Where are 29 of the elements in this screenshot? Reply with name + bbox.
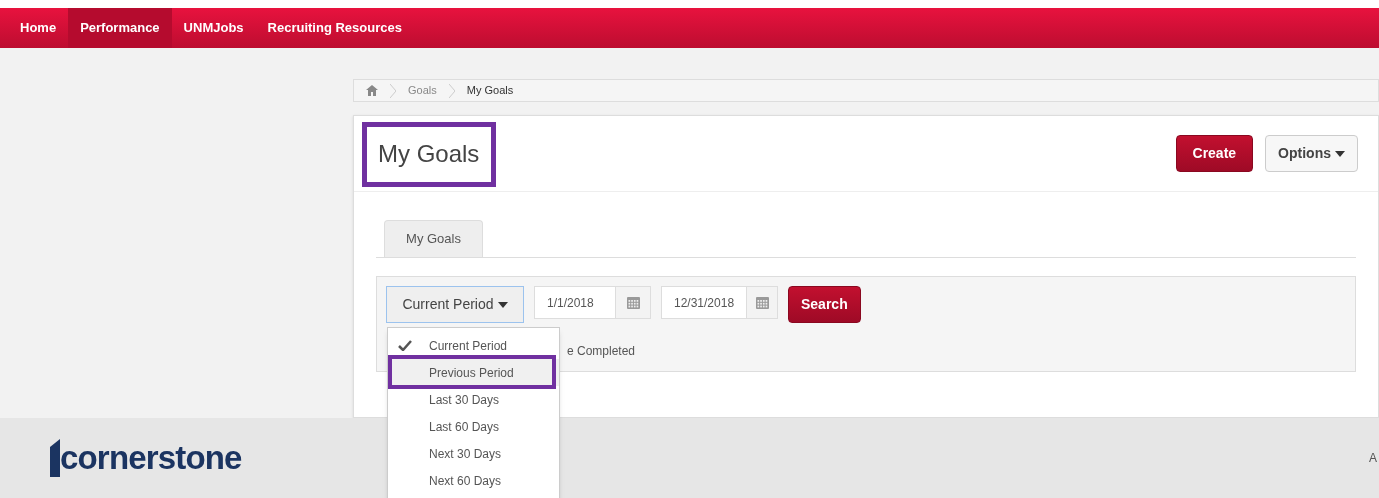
date-field[interactable]: 12/31/2018 — [661, 286, 778, 319]
logo: cornerstone — [50, 433, 242, 483]
date-field[interactable]: 1/1/2018 — [534, 286, 651, 319]
breadcrumb-link[interactable]: My Goals — [466, 82, 514, 99]
caret-icon — [1335, 150, 1345, 157]
nav-item[interactable]: UNMJobs — [171, 8, 256, 48]
logo-mark-icon — [50, 439, 60, 477]
nav-item[interactable]: Recruiting Resources — [255, 8, 414, 48]
menu-item[interactable]: Last 60 Days — [429, 417, 500, 436]
period-dropdown[interactable]: Current Period — [386, 286, 524, 323]
caret-icon — [497, 301, 508, 308]
footer-text: A — [1369, 450, 1378, 467]
menu-item[interactable]: Next 60 Days — [429, 471, 502, 490]
nav-item[interactable]: Performance — [68, 8, 172, 48]
calendar-icon[interactable] — [626, 296, 640, 309]
menu-item[interactable]: Current Period — [429, 336, 508, 355]
nav-item[interactable]: Home — [8, 8, 69, 48]
page-title: My Goals — [378, 138, 480, 169]
search-button[interactable]: Search — [788, 286, 861, 323]
calendar-icon[interactable] — [755, 296, 769, 309]
tab[interactable]: My Goals — [384, 220, 483, 257]
separator-icon — [448, 83, 455, 98]
options-button[interactable]: Options — [1265, 135, 1358, 172]
include-completed-label: e Completed — [567, 344, 636, 358]
menu-item[interactable]: Last 30 Days — [429, 390, 500, 409]
home-icon[interactable] — [366, 85, 378, 96]
menu-item[interactable]: Next 30 Days — [429, 444, 502, 463]
separator-icon — [390, 83, 396, 98]
create-button[interactable]: Create — [1175, 135, 1254, 172]
